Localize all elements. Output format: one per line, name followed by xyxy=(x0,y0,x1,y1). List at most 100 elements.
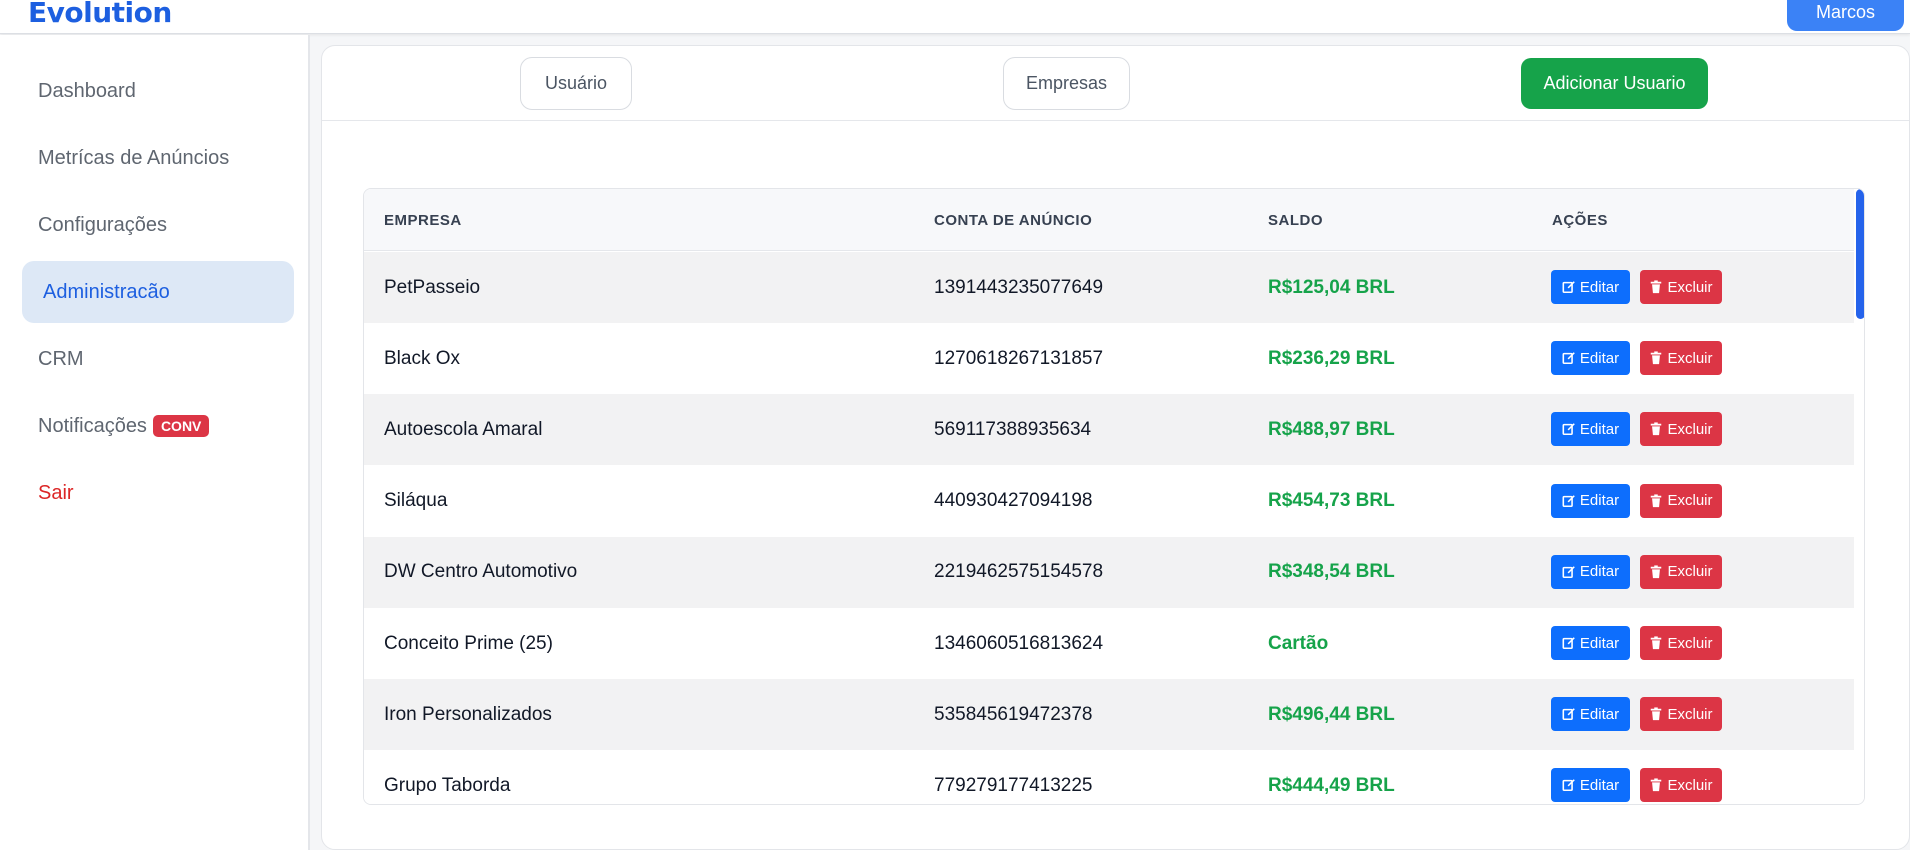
trash-icon xyxy=(1649,351,1663,365)
table-row: Black Ox 1270618267131857 R$236,29 BRL Edit… xyxy=(364,323,1854,395)
delete-button[interactable]: Excluir xyxy=(1640,483,1722,518)
edit-icon xyxy=(1562,280,1576,294)
cell-empresa: Autoescola Amaral xyxy=(384,418,543,440)
sidebar: Dashboard Metrícas de Anúncios Configura… xyxy=(0,35,310,850)
delete-button[interactable]: Excluir xyxy=(1640,412,1722,447)
cell-conta: 779279177413225 xyxy=(934,774,1093,796)
edit-label: Editar xyxy=(1579,349,1620,367)
cell-saldo: R$125,04 BRL xyxy=(1268,276,1395,298)
edit-icon xyxy=(1562,707,1576,721)
cell-empresa: Iron Personalizados xyxy=(384,703,552,725)
cell-conta: 569117388935634 xyxy=(934,418,1092,440)
cell-empresa: PetPasseio xyxy=(384,276,481,298)
edit-button[interactable]: Editar xyxy=(1551,768,1630,803)
delete-label: Excluir xyxy=(1667,776,1713,794)
table-row: Grupo Taborda 779279177413225 R$444,49 BRL… xyxy=(364,750,1854,804)
tab-empresas[interactable]: Empresas xyxy=(1003,57,1130,110)
edit-button[interactable]: Editar xyxy=(1551,554,1630,589)
sidebar-item-label: Metrícas de Anúncios xyxy=(38,146,230,169)
edit-icon xyxy=(1562,494,1576,508)
table-row: PetPasseio 1391443235077649 R$125,04 BRL Ed… xyxy=(364,252,1854,323)
sidebar-item-administracao[interactable]: Administracão xyxy=(22,261,294,323)
notification-badge: CONV xyxy=(152,415,210,437)
add-user-button[interactable]: Adicionar Usuario xyxy=(1521,58,1708,109)
delete-button[interactable]: Excluir xyxy=(1640,697,1722,732)
table-scrollbar[interactable] xyxy=(1854,189,1864,804)
top-bar: Evolution Marcos xyxy=(0,0,1910,34)
tab-usuario[interactable]: Usuário xyxy=(520,57,632,110)
sidebar-item-label: Dashboard xyxy=(38,79,136,102)
cell-saldo: Cartão xyxy=(1268,632,1329,654)
trash-icon xyxy=(1649,707,1663,721)
edit-icon xyxy=(1562,636,1576,650)
edit-button[interactable]: Editar xyxy=(1551,270,1630,304)
trash-icon xyxy=(1649,778,1663,792)
delete-button[interactable]: Excluir xyxy=(1640,626,1722,660)
edit-label: Editar xyxy=(1579,278,1620,296)
cell-conta: 2219462575154578 xyxy=(934,561,1104,583)
edit-button[interactable]: Editar xyxy=(1551,412,1630,447)
sidebar-item-label: Notificações xyxy=(38,414,147,437)
app-logo[interactable]: Evolution xyxy=(28,0,172,29)
cell-conta: 535845619472378 xyxy=(934,703,1093,725)
cell-saldo: R$454,73 BRL xyxy=(1268,490,1395,512)
trash-icon xyxy=(1649,422,1663,436)
delete-label: Excluir xyxy=(1667,634,1713,652)
sidebar-item-configuracoes[interactable]: Configurações xyxy=(22,194,294,256)
edit-label: Editar xyxy=(1579,492,1620,510)
trash-icon xyxy=(1649,636,1663,650)
cell-saldo: R$348,54 BRL xyxy=(1268,561,1395,583)
cell-empresa: Siláqua xyxy=(384,490,448,512)
tabs-bar: Usuário Empresas Adicionar Usuario xyxy=(322,46,1909,121)
cell-conta: 1270618267131857 xyxy=(934,347,1104,369)
cell-empresa: Conceito Prime (25) xyxy=(384,632,553,654)
main-panel: Usuário Empresas Adicionar Usuario EMPRE… xyxy=(321,45,1910,850)
delete-button[interactable]: Excluir xyxy=(1640,554,1722,589)
cell-empresa: Grupo Taborda xyxy=(384,774,511,796)
sidebar-item-metricas[interactable]: Metrícas de Anúncios xyxy=(22,127,294,189)
scrollbar-thumb[interactable] xyxy=(1856,189,1864,319)
cell-conta: 1346060516813624 xyxy=(934,632,1104,654)
delete-button[interactable]: Excluir xyxy=(1640,768,1722,803)
table-row: Siláqua 440930427094198 R$454,73 BRL Editar… xyxy=(364,465,1854,537)
edit-icon xyxy=(1562,778,1576,792)
delete-label: Excluir xyxy=(1667,349,1713,367)
table-row: Autoescola Amaral 569117388935634 R$488,97… xyxy=(364,394,1854,466)
column-header-saldo: SALDO xyxy=(1268,211,1323,229)
table-header: EMPRESA CONTA DE ANÚNCIO SALDO AÇÕES xyxy=(364,189,1854,251)
cell-empresa: Black Ox xyxy=(384,347,461,369)
user-menu-button[interactable]: Marcos xyxy=(1787,0,1904,31)
sidebar-item-label: Configurações xyxy=(38,213,167,236)
edit-icon xyxy=(1562,422,1576,436)
edit-button[interactable]: Editar xyxy=(1551,697,1630,732)
edit-label: Editar xyxy=(1579,563,1620,581)
cell-empresa: DW Centro Automotivo xyxy=(384,561,578,583)
sidebar-item-label: CRM xyxy=(38,347,84,370)
trash-icon xyxy=(1649,280,1663,294)
delete-label: Excluir xyxy=(1667,420,1713,438)
cell-conta: 1391443235077649 xyxy=(934,276,1104,298)
edit-button[interactable]: Editar xyxy=(1551,341,1630,376)
edit-button[interactable]: Editar xyxy=(1551,626,1630,660)
delete-label: Excluir xyxy=(1667,278,1713,296)
delete-label: Excluir xyxy=(1667,492,1713,510)
edit-button[interactable]: Editar xyxy=(1551,483,1630,518)
delete-label: Excluir xyxy=(1667,563,1713,581)
trash-icon xyxy=(1649,494,1663,508)
column-header-empresa: EMPRESA xyxy=(384,211,462,229)
edit-label: Editar xyxy=(1579,634,1620,652)
sidebar-item-sair[interactable]: Sair xyxy=(22,462,294,524)
cell-saldo: R$496,44 BRL xyxy=(1268,703,1395,725)
sidebar-item-crm[interactable]: CRM xyxy=(22,328,294,390)
sidebar-item-dashboard[interactable]: Dashboard xyxy=(22,60,294,122)
column-header-conta: CONTA DE ANÚNCIO xyxy=(934,211,1093,229)
companies-table: EMPRESA CONTA DE ANÚNCIO SALDO AÇÕES Pet… xyxy=(363,188,1865,805)
cell-saldo: R$488,97 BRL xyxy=(1268,418,1395,440)
sidebar-item-notificacoes[interactable]: Notificações CONV xyxy=(22,395,294,457)
delete-button[interactable]: Excluir xyxy=(1640,341,1722,376)
delete-button[interactable]: Excluir xyxy=(1640,270,1722,304)
edit-label: Editar xyxy=(1579,776,1620,794)
table-row: Conceito Prime (25) 1346060516813624 Cartã… xyxy=(364,608,1854,679)
sidebar-item-label: Administracão xyxy=(43,280,170,303)
edit-label: Editar xyxy=(1579,420,1620,438)
